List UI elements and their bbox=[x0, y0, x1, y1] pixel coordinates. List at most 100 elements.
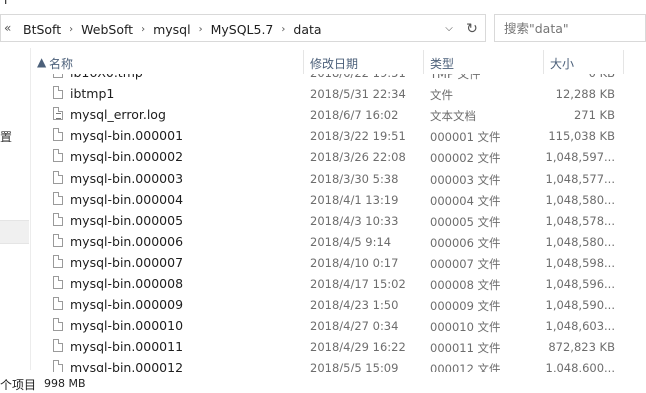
file-type: 000003 文件 bbox=[430, 172, 501, 187]
file-date-modified: 2018/5/5 15:09 bbox=[310, 361, 399, 372]
nav-item-selected[interactable] bbox=[0, 220, 29, 244]
column-header-name-label: 名称 bbox=[49, 57, 74, 71]
file-type: 文本文档 bbox=[430, 109, 476, 124]
address-row: « BtSoft › WebSoft › mysql › MySQL5.7 › … bbox=[0, 14, 646, 44]
column-header-name[interactable]: ▲ 名称 bbox=[31, 50, 304, 74]
file-date-modified: 2018/4/17 15:02 bbox=[310, 277, 406, 291]
column-header-type-label: 类型 bbox=[430, 57, 455, 71]
file-name: mysql-bin.000007 bbox=[70, 254, 184, 270]
column-header-date[interactable]: 修改日期 bbox=[304, 50, 424, 74]
file-row[interactable]: mysql-bin.000001 2018/3/22 19:51 000001 文件… bbox=[31, 125, 646, 146]
file-size: 1,048,577... bbox=[545, 171, 616, 186]
item-count-label: 个项目 bbox=[0, 378, 37, 392]
file-row[interactable]: mysql-bin.000009 2018/4/23 1:50 000009 文件 1… bbox=[31, 294, 646, 315]
file-row[interactable]: mysql-bin.000007 2018/4/10 0:17 000007 文件 1… bbox=[31, 252, 646, 273]
file-icon bbox=[53, 254, 63, 268]
breadcrumb-mysql57[interactable]: MySQL5.7 bbox=[211, 22, 274, 37]
file-date-modified: 2018/4/23 1:50 bbox=[310, 298, 399, 313]
file-row[interactable]: mysql-bin.000003 2018/3/30 5:38 000003 文件 1… bbox=[31, 168, 646, 189]
column-header-size-label: 大小 bbox=[550, 57, 575, 71]
file-size: 1,048,598... bbox=[545, 255, 616, 270]
file-size: 1,048,596... bbox=[545, 277, 616, 291]
file-size: 1,048,590... bbox=[545, 298, 616, 313]
file-icon bbox=[53, 212, 63, 226]
file-size: 1,048,597... bbox=[545, 150, 616, 165]
file-type: 000005 文件 bbox=[430, 214, 501, 229]
column-header-date-label: 修改日期 bbox=[310, 57, 359, 71]
file-name: mysql-bin.000009 bbox=[70, 297, 184, 313]
file-name: mysql-bin.000001 bbox=[70, 128, 184, 144]
file-row[interactable]: mysql_error.log 2018/6/7 16:02 文本文档 271 KB bbox=[31, 104, 646, 125]
breadcrumb-separator-icon[interactable]: › bbox=[281, 24, 285, 35]
file-name: mysql-bin.000012 bbox=[70, 360, 184, 372]
file-date-modified: 2018/4/29 16:22 bbox=[310, 340, 406, 355]
file-date-modified: 2018/3/26 22:08 bbox=[310, 150, 406, 165]
column-headers: ▲ 名称 修改日期 类型 大小 bbox=[31, 50, 646, 74]
file-size: 115,038 KB bbox=[548, 129, 615, 144]
file-type: 文件 bbox=[430, 88, 453, 103]
search-box[interactable] bbox=[494, 14, 646, 42]
breadcrumb-data[interactable]: data bbox=[293, 22, 321, 37]
text-document-icon bbox=[53, 107, 63, 121]
chevron-down-icon[interactable]: ⌵ bbox=[442, 21, 456, 37]
breadcrumb-btsoft[interactable]: BtSoft bbox=[23, 22, 61, 37]
file-date-modified: 2018/4/27 0:34 bbox=[310, 319, 399, 334]
file-icon bbox=[53, 318, 63, 332]
file-name: mysql-bin.000003 bbox=[70, 170, 184, 186]
file-icon bbox=[53, 128, 63, 142]
file-size: 1,048,600... bbox=[545, 361, 616, 372]
ribbon-cropped-text: Ϋ bbox=[2, 0, 10, 7]
file-size: 12,288 KB bbox=[555, 87, 615, 102]
file-date-modified: 2018/3/30 5:38 bbox=[310, 171, 399, 186]
file-icon bbox=[53, 360, 63, 372]
breadcrumb-websoft[interactable]: WebSoft bbox=[81, 22, 133, 37]
breadcrumb-separator-icon[interactable]: › bbox=[69, 24, 73, 35]
file-type: 000008 文件 bbox=[430, 278, 501, 292]
file-row[interactable]: mysql-bin.000004 2018/4/1 13:19 000004 文件 1… bbox=[31, 189, 646, 210]
overflow-chevron-icon[interactable]: « bbox=[4, 21, 11, 35]
file-name: mysql-bin.000008 bbox=[70, 276, 184, 291]
file-size: 1,048,603... bbox=[545, 319, 616, 334]
file-name: mysql-bin.000004 bbox=[70, 191, 184, 207]
status-bar: 个项目 998 MB bbox=[0, 375, 646, 393]
file-icon bbox=[53, 170, 63, 184]
file-icon bbox=[53, 276, 63, 289]
file-row[interactable]: mysql-bin.000011 2018/4/29 16:22 000011 文件… bbox=[31, 336, 646, 357]
file-type: 000011 文件 bbox=[430, 341, 501, 356]
file-row[interactable]: mysql-bin.000008 2018/4/17 15:02 000008 文件… bbox=[31, 273, 646, 294]
breadcrumb-mysql[interactable]: mysql bbox=[153, 22, 191, 37]
column-header-size[interactable]: 大小 bbox=[544, 50, 624, 74]
breadcrumb-separator-icon[interactable]: › bbox=[141, 24, 145, 35]
file-name: mysql-bin.000002 bbox=[70, 149, 184, 165]
file-icon bbox=[53, 339, 63, 353]
file-icon bbox=[53, 233, 63, 247]
search-input[interactable] bbox=[504, 18, 644, 38]
file-icon bbox=[53, 86, 63, 100]
selection-size: 998 MB bbox=[44, 377, 86, 390]
file-icon bbox=[53, 297, 63, 311]
sort-ascending-icon: ▲ bbox=[37, 55, 47, 69]
file-row[interactable]: ibtmp1 2018/5/31 22:34 文件 12,288 KB bbox=[31, 83, 646, 104]
file-name: mysql_error.log bbox=[70, 107, 166, 123]
navigation-pane: 置 bbox=[0, 48, 30, 368]
breadcrumb-separator-icon[interactable]: › bbox=[199, 24, 203, 35]
file-row[interactable]: mysql-bin.000005 2018/4/3 10:33 000005 文件 1… bbox=[31, 210, 646, 231]
file-size: 872,823 KB bbox=[548, 340, 615, 355]
nav-item-label[interactable]: 置 bbox=[0, 128, 12, 145]
file-type: 000010 文件 bbox=[430, 320, 501, 335]
column-header-type[interactable]: 类型 bbox=[424, 50, 544, 74]
file-size: 1,048,578... bbox=[545, 213, 616, 228]
refresh-icon[interactable]: ↻ bbox=[463, 20, 481, 38]
file-row[interactable]: mysql-bin.000006 2018/4/5 9:14 000006 文件 1,… bbox=[31, 231, 646, 252]
file-type: 000004 文件 bbox=[430, 193, 501, 208]
file-name: mysql-bin.000005 bbox=[70, 212, 184, 228]
file-name: mysql-bin.000011 bbox=[70, 339, 184, 355]
file-list: ib16X0.tmp2018/6/22 19:51TMP 文件0 KBibtmp… bbox=[31, 62, 646, 372]
file-row[interactable]: mysql-bin.000002 2018/3/26 22:08 000002 文件… bbox=[31, 146, 646, 167]
file-type: 000007 文件 bbox=[430, 256, 501, 271]
file-row[interactable]: mysql-bin.000010 2018/4/27 0:34 000010 文件 1… bbox=[31, 315, 646, 336]
address-bar[interactable]: « BtSoft › WebSoft › mysql › MySQL5.7 › … bbox=[0, 14, 486, 42]
file-row[interactable]: mysql-bin.000012 2018/5/5 15:09 000012 文件 1… bbox=[31, 357, 646, 372]
file-date-modified: 2018/4/3 10:33 bbox=[310, 213, 399, 228]
file-type: 000006 文件 bbox=[430, 235, 501, 250]
